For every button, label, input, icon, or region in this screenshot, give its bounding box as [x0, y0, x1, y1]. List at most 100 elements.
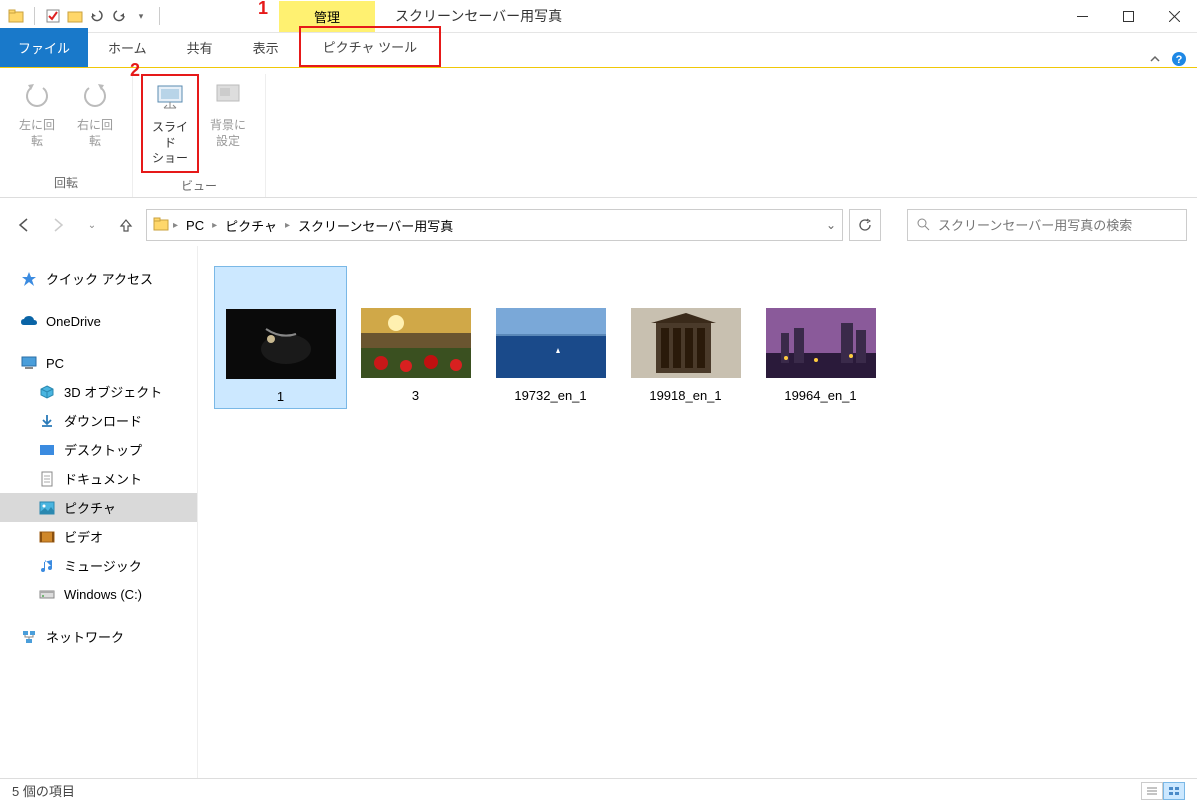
qat-dropdown-icon[interactable]: ▾ — [133, 8, 149, 24]
redo-icon[interactable] — [111, 8, 127, 24]
drive-icon — [38, 585, 56, 603]
main-area: クイック アクセス OneDrive PC 3D オブジェクト ダウンロード デ… — [0, 246, 1197, 778]
pictures-icon — [38, 499, 56, 517]
refresh-button[interactable] — [849, 209, 881, 241]
separator — [159, 7, 160, 25]
cube-icon — [38, 383, 56, 401]
tab-picture-tools[interactable]: ピクチャ ツール — [299, 26, 441, 67]
tree-label: デスクトップ — [64, 440, 142, 459]
address-bar[interactable]: ▸ PC ▸ ピクチャ ▸ スクリーンセーバー用写真 ⌄ — [146, 209, 843, 241]
crumb-sep-icon[interactable]: ▸ — [173, 220, 178, 231]
tree-network[interactable]: ネットワーク — [0, 622, 197, 651]
navigation-pane: クイック アクセス OneDrive PC 3D オブジェクト ダウンロード デ… — [0, 246, 198, 778]
navigation-bar: ⌄ ▸ PC ▸ ピクチャ ▸ スクリーンセーバー用写真 ⌄ — [0, 204, 1197, 246]
file-item[interactable]: 19732_en_1 — [484, 266, 617, 407]
tree-label: クイック アクセス — [46, 269, 153, 288]
thumbnail-icon — [631, 308, 741, 378]
svg-text:?: ? — [1176, 54, 1183, 66]
collapse-ribbon-icon[interactable] — [1149, 53, 1161, 65]
rotate-left-button[interactable]: 左に回転 — [8, 74, 66, 170]
help-icon[interactable]: ? — [1171, 51, 1187, 67]
slideshow-button[interactable]: スライド ショー — [141, 74, 199, 173]
properties-icon[interactable] — [45, 8, 61, 24]
annotation-1: 1 — [258, 0, 268, 19]
tab-share[interactable]: 共有 — [167, 28, 233, 67]
details-view-button[interactable] — [1141, 782, 1163, 800]
ribbon-group-view: スライド ショー 背景に 設定 ビュー — [133, 74, 266, 197]
thumbnail-icon — [766, 308, 876, 378]
tree-music[interactable]: ミュージック — [0, 551, 197, 580]
rotate-right-label: 右に回転 — [74, 118, 116, 149]
tree-label: ピクチャ — [64, 498, 116, 517]
file-item[interactable]: 19964_en_1 — [754, 266, 887, 407]
tree-pictures[interactable]: ピクチャ — [0, 493, 197, 522]
background-icon — [212, 78, 244, 110]
search-icon — [916, 217, 930, 234]
set-background-button[interactable]: 背景に 設定 — [199, 74, 257, 173]
cloud-icon — [20, 312, 38, 330]
search-input[interactable] — [938, 218, 1178, 233]
slideshow-label: スライド ショー — [151, 120, 189, 167]
file-name: 3 — [412, 388, 419, 403]
file-item[interactable]: 3 — [349, 266, 482, 407]
back-button[interactable] — [10, 211, 38, 239]
video-icon — [38, 528, 56, 546]
tree-downloads[interactable]: ダウンロード — [0, 406, 197, 435]
rotate-right-button[interactable]: 右に回転 — [66, 74, 124, 170]
file-list: 1 3 19732_en_1 19918_en_1 19964_en_1 — [198, 246, 1197, 778]
tab-home[interactable]: ホーム — [88, 28, 167, 67]
tree-3d-objects[interactable]: 3D オブジェクト — [0, 377, 197, 406]
file-item[interactable]: 1 — [214, 266, 347, 409]
tree-label: 3D オブジェクト — [64, 382, 162, 401]
desktop-icon — [38, 441, 56, 459]
recent-dropdown[interactable]: ⌄ — [78, 211, 106, 239]
tab-file[interactable]: ファイル — [0, 28, 88, 67]
address-dropdown-icon[interactable]: ⌄ — [826, 218, 836, 232]
quick-access-toolbar: ▾ — [0, 7, 164, 25]
crumb-sep-icon[interactable]: ▸ — [212, 220, 217, 231]
crumb-pictures[interactable]: ピクチャ — [221, 214, 281, 237]
crumb-pc[interactable]: PC — [182, 216, 208, 235]
up-button[interactable] — [112, 211, 140, 239]
ribbon-help: ? — [1149, 51, 1197, 67]
tab-view[interactable]: 表示 — [233, 28, 299, 67]
music-icon — [38, 557, 56, 575]
search-box[interactable] — [907, 209, 1187, 241]
file-item[interactable]: 19918_en_1 — [619, 266, 752, 407]
tree-desktop[interactable]: デスクトップ — [0, 435, 197, 464]
ribbon-group-rotate: 左に回転 右に回転 回転 — [0, 74, 133, 197]
rotate-left-label: 左に回転 — [16, 118, 58, 149]
tree-video[interactable]: ビデオ — [0, 522, 197, 551]
tree-label: ダウンロード — [64, 411, 142, 430]
rotate-left-icon — [21, 78, 53, 110]
tree-label: Windows (C:) — [64, 587, 142, 602]
tree-quick-access[interactable]: クイック アクセス — [0, 264, 197, 293]
separator — [34, 7, 35, 25]
window-title: スクリーンセーバー用写真 — [395, 6, 562, 26]
tree-documents[interactable]: ドキュメント — [0, 464, 197, 493]
annotation-2: 2 — [130, 60, 140, 81]
view-toggle — [1141, 782, 1185, 800]
thumbnail-view-button[interactable] — [1163, 782, 1185, 800]
file-name: 19964_en_1 — [784, 388, 856, 403]
tree-onedrive[interactable]: OneDrive — [0, 307, 197, 335]
group-rotate-label: 回転 — [54, 170, 78, 197]
tree-pc[interactable]: PC — [0, 349, 197, 377]
star-icon — [20, 270, 38, 288]
undo-icon[interactable] — [89, 8, 105, 24]
tree-label: PC — [46, 356, 64, 371]
pc-icon — [20, 354, 38, 372]
folder-icon — [153, 216, 169, 235]
maximize-button[interactable] — [1105, 0, 1151, 33]
thumbnail-icon — [226, 309, 336, 379]
status-text: 5 個の項目 — [12, 781, 75, 800]
close-button[interactable] — [1151, 0, 1197, 33]
group-view-label: ビュー — [181, 173, 217, 200]
crumb-folder[interactable]: スクリーンセーバー用写真 — [294, 214, 457, 237]
minimize-button[interactable] — [1059, 0, 1105, 33]
forward-button[interactable] — [44, 211, 72, 239]
crumb-sep-icon[interactable]: ▸ — [285, 220, 290, 231]
tree-label: ビデオ — [64, 527, 103, 546]
folder-small-icon[interactable] — [67, 8, 83, 24]
tree-windows-c[interactable]: Windows (C:) — [0, 580, 197, 608]
